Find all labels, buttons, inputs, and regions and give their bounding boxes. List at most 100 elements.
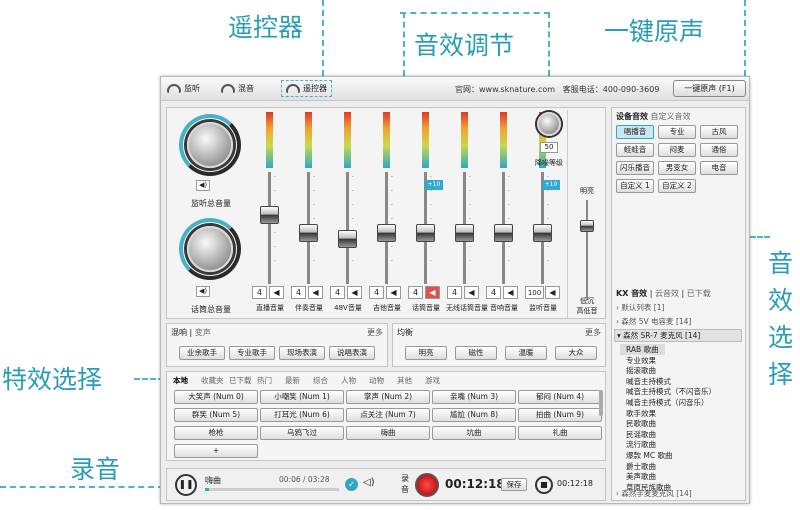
eq-bright-button[interactable]: 明亮 xyxy=(405,346,447,360)
speaker-icon[interactable]: ◀ xyxy=(464,286,479,299)
tab-cloud[interactable]: 云音效 xyxy=(655,289,679,298)
group-hand-mic[interactable]: › 森然手麦麦克风 [14] xyxy=(616,488,692,499)
sound-list-item[interactable]: 爆款 MC 歌曲 xyxy=(626,450,672,461)
sound-list-item[interactable]: 民谣歌曲 xyxy=(626,429,656,440)
volume-icon[interactable]: ◁) xyxy=(363,477,375,488)
speaker-icon[interactable]: ◀ xyxy=(269,286,284,299)
fx-tab[interactable]: 其他 xyxy=(397,375,412,386)
fx-button[interactable]: 嗨曲 xyxy=(346,426,430,440)
fx-button[interactable]: 礼曲 xyxy=(518,426,602,440)
fx-button[interactable]: 拍曲 (Num 9) xyxy=(518,408,602,422)
eq-warm-button[interactable]: 温暖 xyxy=(505,346,547,360)
channel-fader[interactable] xyxy=(455,224,474,242)
speaker-icon[interactable]: ◀) xyxy=(196,180,210,191)
reverb-more-link[interactable]: 更多 xyxy=(367,327,383,338)
sound-button[interactable]: 自定义 1 xyxy=(616,179,654,193)
speaker-icon[interactable]: ◀ xyxy=(545,286,560,299)
record-button[interactable] xyxy=(415,473,439,497)
tab-custom-sound[interactable]: 自定义音效 xyxy=(651,112,691,121)
one-key-original-button[interactable]: 一键原声 (F1) xyxy=(673,80,746,97)
fx-tab[interactable]: 已下载 xyxy=(229,375,252,386)
fx-button[interactable]: 打耳光 (Num 6) xyxy=(260,408,344,422)
eq-popular-button[interactable]: 大众 xyxy=(555,346,597,360)
sound-list-item[interactable]: 民歌歌曲 xyxy=(626,418,656,429)
channel-fader[interactable] xyxy=(377,224,396,242)
sound-button[interactable]: 男变女 xyxy=(658,161,696,175)
mic-volume-knob[interactable] xyxy=(187,226,233,272)
sound-button[interactable]: 闷麦 xyxy=(658,143,696,157)
channel-fader[interactable] xyxy=(338,230,357,248)
song-progress[interactable] xyxy=(205,488,339,491)
sound-list-item[interactable]: 喊音主持模式（闪音乐） xyxy=(626,397,709,408)
eq-more-link[interactable]: 更多 xyxy=(585,327,601,338)
sound-button[interactable]: 自定义 2 xyxy=(658,179,696,193)
fx-button[interactable]: 大笑声 (Num 0) xyxy=(174,390,258,404)
fx-button[interactable]: 乌鸦飞过 xyxy=(260,426,344,440)
monitor-toggle[interactable]: 监听 xyxy=(167,83,200,94)
eq-magnetic-button[interactable]: 磁性 xyxy=(455,346,497,360)
speaker-icon[interactable]: ◀ xyxy=(386,286,401,299)
fx-tab[interactable]: 动物 xyxy=(369,375,384,386)
tab-voice-change[interactable]: 变声 xyxy=(195,328,211,337)
fx-tab[interactable]: 人物 xyxy=(341,375,356,386)
sound-list-item[interactable]: 喊音主持模式（不闪音乐） xyxy=(626,386,716,397)
group-sr7[interactable]: ▾ 森然 SR-7 麦克风 [14] xyxy=(614,329,742,342)
sound-button[interactable]: 唱播音 xyxy=(616,125,654,139)
fx-tab[interactable]: 热门 xyxy=(257,375,272,386)
reverb-live-button[interactable]: 现场表演 xyxy=(279,346,325,360)
stop-button[interactable] xyxy=(535,476,553,494)
sound-list-item[interactable]: 专业效果 xyxy=(626,355,656,366)
check-icon[interactable]: ✓ xyxy=(345,478,358,491)
fx-scrollbar[interactable] xyxy=(599,390,603,416)
fx-tab[interactable]: 本地 xyxy=(173,375,188,386)
sound-button[interactable]: 通俗 xyxy=(700,143,738,157)
channel-fader[interactable] xyxy=(299,224,318,242)
speaker-icon[interactable]: ◀ xyxy=(503,286,518,299)
sound-list-item[interactable]: 流行歌曲 xyxy=(626,439,656,450)
fx-button[interactable]: 坑曲 xyxy=(432,426,516,440)
monitor-volume-knob[interactable] xyxy=(187,122,233,168)
tone-slider[interactable] xyxy=(580,220,594,232)
fx-button[interactable]: 点关注 (Num 7) xyxy=(346,408,430,422)
sound-list-item[interactable]: RAB 歌曲 xyxy=(620,344,665,355)
sound-button[interactable]: 电音 xyxy=(700,161,738,175)
gain-tag[interactable]: +10 xyxy=(425,180,443,190)
sound-button[interactable]: 古风 xyxy=(700,125,738,139)
sound-list-item[interactable]: 喊音主持模式 xyxy=(626,376,671,387)
gain-tag[interactable]: +10 xyxy=(542,180,560,190)
remote-toggle[interactable]: 遥控器 xyxy=(281,80,332,97)
fx-tab[interactable]: 综合 xyxy=(313,375,328,386)
speaker-icon[interactable]: ◀ xyxy=(347,286,362,299)
sound-list-item[interactable]: 摇滚歌曲 xyxy=(626,365,656,376)
reverb-amateur-button[interactable]: 业余歌手 xyxy=(179,346,225,360)
tab-kx[interactable]: KX 音效 xyxy=(616,289,647,298)
channel-fader[interactable] xyxy=(494,224,513,242)
channel-fader[interactable] xyxy=(416,224,435,242)
speaker-icon[interactable]: ◀ xyxy=(425,286,440,299)
fx-tab[interactable]: 游戏 xyxy=(425,375,440,386)
fx-button[interactable]: 枪枪 xyxy=(174,426,258,440)
group-default[interactable]: › 默认列表 [1] xyxy=(616,302,664,313)
fx-button[interactable]: 亲嘴 (Num 3) xyxy=(432,390,516,404)
reverb-pro-button[interactable]: 专业歌手 xyxy=(229,346,275,360)
mix-toggle[interactable]: 混音 xyxy=(221,83,254,94)
fx-tab[interactable]: 收藏夹 xyxy=(201,375,224,386)
pause-button[interactable]: ❚❚ xyxy=(175,474,197,496)
fx-button[interactable]: 尴尬 (Num 8) xyxy=(432,408,516,422)
channel-fader[interactable] xyxy=(533,224,552,242)
tab-device-sound[interactable]: 设备音效 xyxy=(616,112,648,121)
group-5v[interactable]: › 森然 5V 电容麦 [14] xyxy=(616,316,691,327)
sound-list-item[interactable]: 美声歌曲 xyxy=(626,471,656,482)
channel-fader[interactable] xyxy=(260,206,279,224)
fx-button[interactable]: 郁闷 (Num 4) xyxy=(518,390,602,404)
sound-button[interactable]: 蛙蛙音 xyxy=(616,143,654,157)
tab-downloaded[interactable]: 已下载 xyxy=(687,289,711,298)
fx-button[interactable]: 群笑 (Num 5) xyxy=(174,408,258,422)
sound-list-item[interactable]: 歌手效果 xyxy=(626,408,656,419)
tab-reverb[interactable]: 混响 xyxy=(171,328,187,337)
sound-list-item[interactable]: 爵士歌曲 xyxy=(626,461,656,472)
fx-tab[interactable]: 最新 xyxy=(285,375,300,386)
noise-knob[interactable] xyxy=(537,112,561,136)
fx-button[interactable]: 掌声 (Num 2) xyxy=(346,390,430,404)
sound-button[interactable]: 专业 xyxy=(658,125,696,139)
